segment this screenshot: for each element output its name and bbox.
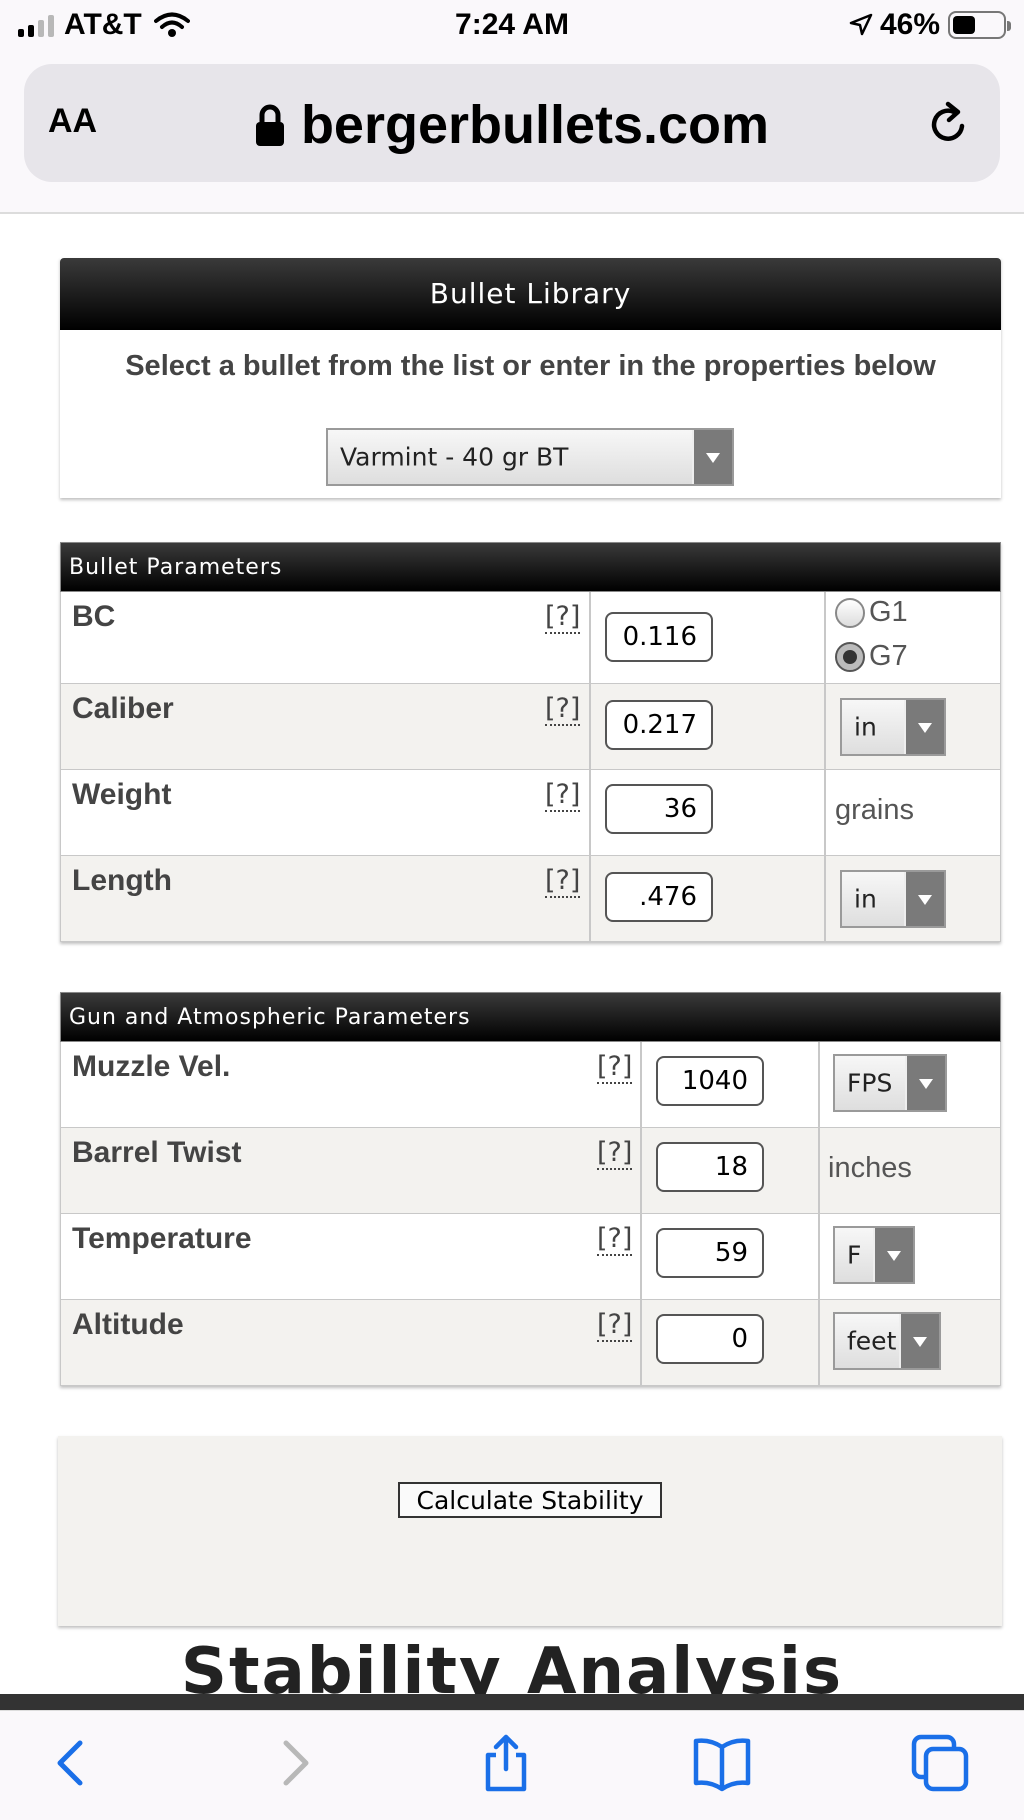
temperature-unit-select[interactable]: F — [833, 1226, 915, 1284]
altitude-label: Altitude — [72, 1308, 184, 1341]
library-instructions: Select a bullet from the list or enter i… — [125, 350, 936, 382]
chevron-down-icon — [904, 872, 944, 926]
bc-help-link[interactable]: [?] — [545, 602, 581, 634]
caliber-unit-value: in — [854, 712, 877, 742]
altitude-help-link[interactable]: [?] — [597, 1310, 633, 1342]
chevron-down-icon — [899, 1314, 939, 1368]
barrel-twist-unit: inches — [828, 1152, 912, 1184]
velocity-unit-value: FPS — [847, 1068, 893, 1098]
temperature-unit-value: F — [847, 1240, 862, 1270]
weight-row: Weight [?] 36 grains — [60, 770, 1001, 856]
bc-label: BC — [72, 600, 116, 633]
altitude-unit-value: feet — [847, 1326, 897, 1356]
altitude-row: Altitude [?] 0 feet — [60, 1300, 1001, 1386]
caliber-label: Caliber — [72, 692, 174, 725]
chevron-down-icon — [873, 1228, 913, 1282]
muzzle-velocity-help-link[interactable]: [?] — [597, 1052, 633, 1084]
g7-radio[interactable]: G7 — [835, 640, 908, 673]
back-icon[interactable] — [42, 1733, 102, 1793]
length-help-link[interactable]: [?] — [545, 866, 581, 898]
barrel-twist-label: Barrel Twist — [72, 1136, 242, 1169]
weight-help-link[interactable]: [?] — [545, 780, 581, 812]
length-unit-value: in — [854, 884, 877, 914]
length-row: Length [?] .476 in — [60, 856, 1001, 942]
stability-analysis-heading: Stability Analysis — [180, 1640, 844, 1694]
length-unit-select[interactable]: in — [840, 870, 946, 928]
weight-unit: grains — [835, 794, 914, 826]
address-bar[interactable]: AA bergerbullets.com — [24, 64, 1000, 182]
location-arrow-icon — [849, 13, 873, 36]
g1-label: G1 — [869, 596, 908, 628]
muzzle-velocity-label: Muzzle Vel. — [72, 1050, 231, 1083]
calculate-stability-button[interactable]: Calculate Stability — [398, 1482, 662, 1518]
chevron-down-icon — [904, 700, 944, 754]
velocity-unit-select[interactable]: FPS — [833, 1054, 947, 1112]
temperature-row: Temperature [?] 59 F — [60, 1214, 1001, 1300]
bullet-select-value: Varmint - 40 gr BT — [340, 442, 569, 472]
bullet-parameters-table: Bullet Parameters BC [?] 0.116 G1 G7 Cal… — [60, 542, 1001, 942]
gun-parameters-table: Gun and Atmospheric Parameters Muzzle Ve… — [60, 992, 1001, 1386]
bc-input[interactable]: 0.116 — [605, 612, 713, 662]
weight-input[interactable]: 36 — [605, 784, 713, 834]
altitude-input[interactable]: 0 — [656, 1314, 764, 1364]
length-input[interactable]: .476 — [605, 872, 713, 922]
browser-toolbar — [0, 1710, 1024, 1820]
caliber-input[interactable]: 0.217 — [605, 700, 713, 750]
bc-row: BC [?] 0.116 G1 G7 — [60, 592, 1001, 684]
caliber-unit-select[interactable]: in — [840, 698, 946, 756]
bullet-library-panel: Bullet Library Select a bullet from the … — [60, 258, 1001, 498]
calculate-panel: Calculate Stability — [58, 1436, 1002, 1626]
barrel-twist-row: Barrel Twist [?] 18 inches — [60, 1128, 1001, 1214]
altitude-unit-select[interactable]: feet — [833, 1312, 941, 1370]
g1-radio[interactable]: G1 — [835, 596, 908, 629]
g7-label: G7 — [869, 640, 908, 672]
bullet-select[interactable]: Varmint - 40 gr BT — [326, 428, 734, 486]
stability-analysis-heading-wrap: Stability Analysis — [0, 1640, 1024, 1694]
battery-icon — [948, 11, 1011, 39]
temperature-help-link[interactable]: [?] — [597, 1224, 633, 1256]
chevron-down-icon — [692, 430, 732, 484]
muzzle-velocity-row: Muzzle Vel. [?] 1040 FPS — [60, 1042, 1001, 1128]
domain-label: bergerbullets.com — [300, 95, 770, 155]
chevron-down-icon — [905, 1056, 945, 1110]
bookmarks-icon[interactable] — [692, 1733, 752, 1793]
barrel-twist-input[interactable]: 18 — [656, 1142, 764, 1192]
page-divider — [0, 1694, 1024, 1710]
reload-icon[interactable] — [924, 100, 972, 148]
g1-radio-button[interactable] — [835, 597, 865, 628]
temperature-label: Temperature — [72, 1222, 252, 1255]
bullet-parameters-title: Bullet Parameters — [60, 542, 1001, 592]
muzzle-velocity-input[interactable]: 1040 — [656, 1056, 764, 1106]
share-icon[interactable] — [476, 1733, 536, 1793]
caliber-row: Caliber [?] 0.217 in — [60, 684, 1001, 770]
lock-icon — [255, 104, 284, 146]
browser-chrome: AA bergerbullets.com — [0, 52, 1024, 214]
gun-parameters-title: Gun and Atmospheric Parameters — [60, 992, 1001, 1042]
caliber-help-link[interactable]: [?] — [545, 694, 581, 726]
temperature-input[interactable]: 59 — [656, 1228, 764, 1278]
length-label: Length — [72, 864, 172, 897]
bullet-library-title: Bullet Library — [60, 258, 1001, 330]
weight-label: Weight — [72, 778, 172, 811]
tabs-icon[interactable] — [910, 1733, 970, 1793]
g7-radio-button[interactable] — [835, 641, 865, 672]
battery-percent: 46% — [879, 8, 940, 41]
status-bar: AT&T 7:24 AM 46% — [0, 0, 1024, 52]
forward-icon[interactable] — [264, 1733, 324, 1793]
barrel-twist-help-link[interactable]: [?] — [597, 1138, 633, 1170]
